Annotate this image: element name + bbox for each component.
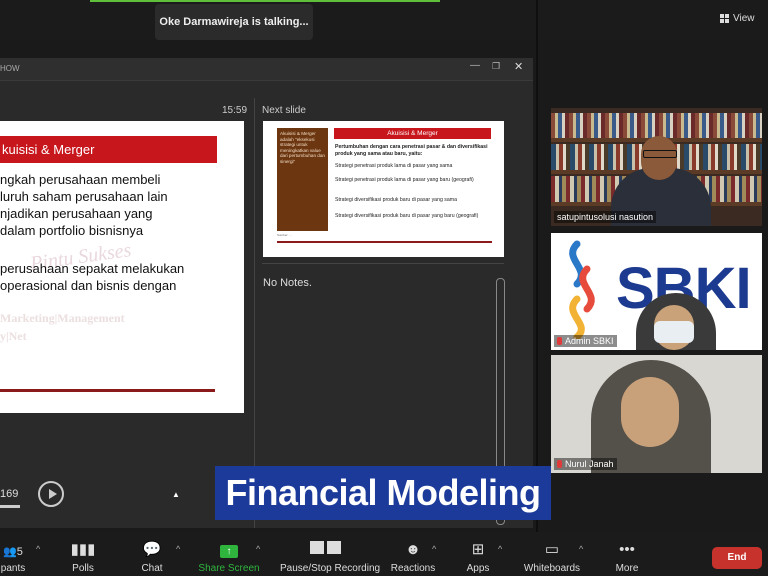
participants-count: 5 — [16, 546, 23, 558]
face-mask — [654, 321, 694, 343]
reactions-button[interactable]: ☻ Reactions — [378, 532, 448, 576]
next-slide-thumbnail[interactable]: Akuisisi & Merger adalah "eksekusi strat… — [263, 121, 504, 257]
slide-text-line: perusahaan sepakat melakukan — [0, 261, 185, 276]
window-titlebar[interactable]: HOW — ❐ ✕ — [0, 58, 533, 81]
slide-footer-rule — [277, 241, 492, 243]
window-title: HOW — [0, 64, 20, 73]
whiteboards-button[interactable]: ▭ Whiteboards — [517, 532, 587, 576]
apps-icon: ⊞ — [471, 541, 485, 558]
maximize-icon[interactable]: ❐ — [492, 61, 500, 72]
slide-text-line: dalam portfolio bisnisnya — [0, 223, 144, 238]
record-label: Pause/Stop Recording — [280, 563, 381, 574]
view-label: View — [733, 12, 755, 24]
mouse-cursor-icon: ▲ — [172, 490, 180, 499]
share-screen-label: Share Screen — [198, 563, 260, 574]
apps-label: Apps — [466, 563, 490, 574]
pause-stop-icon — [280, 541, 370, 559]
participant-name: satupintusolusi nasution — [554, 211, 657, 223]
title-caption-overlay: Financial Modeling — [215, 466, 551, 520]
presenter-view-window: HOW — ❐ ✕ 15:59 Next slide kuisisi & Mer… — [0, 58, 533, 528]
talking-indicator: Oke Darmawireja is talking... — [155, 4, 313, 40]
bar-chart-icon: ▮▮▮ — [70, 541, 96, 558]
polls-label: Polls — [72, 563, 94, 574]
person-face — [621, 377, 679, 447]
pause-stop-recording-button[interactable]: Pause/Stop Recording — [280, 532, 381, 576]
whiteboards-label: Whiteboards — [523, 563, 581, 574]
participants-icon: 👥5 — [3, 546, 23, 558]
chevron-up-icon[interactable]: ^ — [498, 544, 502, 554]
participants-button[interactable]: 👥5 pants — [0, 532, 48, 576]
sbki-logo-icon — [569, 240, 595, 339]
more-dots-icon: ••• — [619, 541, 635, 558]
slide-intro: Pertumbuhan dengan cara penetrasi pasar … — [335, 144, 488, 157]
slide-footer-rule — [0, 389, 215, 392]
pane-divider[interactable] — [254, 98, 255, 528]
slide-watermark: y|Net — [0, 329, 27, 343]
participant-name-text: Admin SBKI — [565, 336, 614, 346]
chat-label: Chat — [141, 563, 163, 574]
play-button[interactable] — [38, 481, 64, 507]
participant-video-tile[interactable]: satupintusolusi nasution — [551, 108, 762, 226]
books-row — [551, 113, 762, 138]
slide-text-line: njadikan perusahaan yang — [0, 206, 153, 221]
apps-button[interactable]: ⊞ Apps — [443, 532, 513, 576]
chevron-up-icon[interactable]: ^ — [256, 544, 260, 554]
grid-view-icon — [720, 13, 729, 23]
slide-bullet: Strategi penetrasi produk lama di pasar … — [335, 163, 453, 169]
slide-title: Akuisisi & Merger — [334, 128, 491, 139]
top-bar — [0, 0, 768, 40]
more-label: More — [615, 563, 639, 574]
whiteboard-icon: ▭ — [544, 541, 560, 558]
play-icon — [49, 489, 57, 499]
slide-bullet: Strategi diversifikasi produk baru di pa… — [335, 213, 479, 219]
slide-bullet: Strategi diversifikasi produk baru di pa… — [335, 197, 457, 203]
participant-name-text: Nurul Janah — [565, 459, 614, 469]
slide-number: 169 — [0, 488, 19, 500]
smiley-plus-icon: ☻ — [405, 541, 421, 558]
next-slide-label: Next slide — [262, 105, 306, 116]
participant-video-tile[interactable]: SBKI Admin SBKI — [551, 233, 762, 350]
chevron-up-icon[interactable]: ^ — [432, 544, 436, 554]
slide-text-line: ngkah perusahaan membeli — [0, 172, 161, 187]
person-head — [641, 136, 677, 180]
participants-label: pants — [0, 563, 26, 574]
chevron-up-icon[interactable]: ^ — [36, 544, 40, 554]
mic-muted-icon — [557, 460, 562, 468]
chat-button[interactable]: 💬 Chat — [117, 532, 187, 576]
meeting-toolbar: 👥5 pants ^ ▮▮▮ Polls 💬 Chat ^ ↑ Share Sc… — [0, 532, 768, 576]
more-button[interactable]: ••• More — [592, 532, 662, 576]
chevron-up-icon[interactable]: ^ — [176, 544, 180, 554]
slide-footnote: Sumber: ... — [277, 233, 292, 237]
mic-muted-icon — [557, 337, 562, 345]
participant-name: Admin SBKI — [554, 335, 617, 347]
slide-bullet: Strategi penetrasi produk lama di pasar … — [335, 177, 474, 183]
polls-button[interactable]: ▮▮▮ Polls — [48, 532, 118, 576]
chevron-up-icon[interactable]: ^ — [579, 544, 583, 554]
current-slide[interactable]: kuisisi & Merger ngkah perusahaan membel… — [0, 121, 244, 413]
view-button[interactable]: View — [720, 9, 764, 27]
notes-divider[interactable] — [262, 263, 504, 264]
participant-video-tile[interactable]: Nurul Janah — [551, 355, 762, 473]
slide-text-line: luruh saham perusahaan lain — [0, 189, 168, 204]
slide-watermark: Marketing|Management — [0, 311, 125, 325]
participant-name: Nurul Janah — [554, 458, 617, 470]
glasses-icon — [643, 150, 677, 158]
slide-timer: 15:59 — [222, 105, 248, 116]
speaker-notes[interactable]: No Notes. — [263, 277, 312, 289]
minimize-icon[interactable]: — — [470, 60, 480, 71]
slide-title: kuisisi & Merger — [0, 136, 217, 163]
close-icon[interactable]: ✕ — [514, 60, 523, 73]
active-speaker-indicator — [90, 0, 440, 2]
share-screen-button[interactable]: ↑ Share Screen — [194, 532, 264, 576]
slide-quote-box: Akuisisi & Merger adalah "eksekusi strat… — [277, 128, 328, 231]
progress-bar — [0, 505, 20, 508]
reactions-label: Reactions — [390, 563, 436, 574]
share-screen-icon: ↑ — [194, 541, 264, 559]
end-meeting-button[interactable]: End — [712, 547, 762, 569]
slide-text-line: operasional dan bisnis dengan — [0, 278, 177, 293]
